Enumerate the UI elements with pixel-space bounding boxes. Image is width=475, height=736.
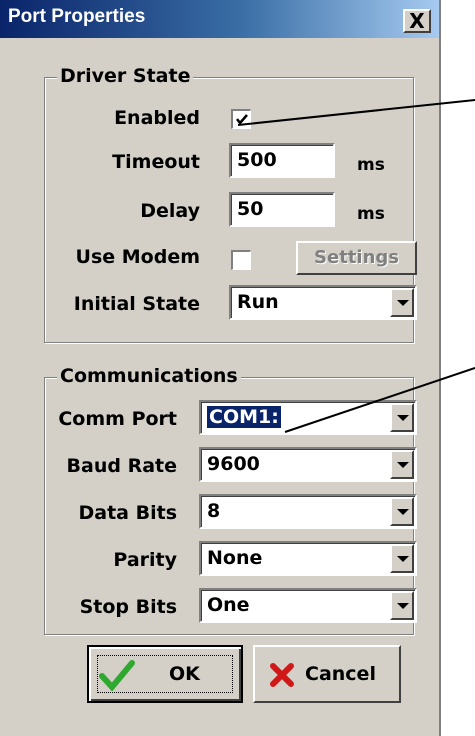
use-modem-label: Use Modem xyxy=(75,246,200,268)
timeout-label: Timeout xyxy=(112,151,200,173)
enabled-label: Enabled xyxy=(114,107,200,129)
data-bits-value: 8 xyxy=(207,500,221,522)
chevron-down-icon[interactable] xyxy=(390,591,414,620)
parity-label: Parity xyxy=(113,549,177,571)
comm-port-value: COM1: xyxy=(207,406,281,428)
baud-rate-value: 9600 xyxy=(207,453,260,475)
enabled-checkbox[interactable] xyxy=(231,109,251,129)
driver-state-legend: Driver State xyxy=(57,65,194,87)
title-bar[interactable]: Port Properties X xyxy=(0,0,439,38)
communications-legend: Communications xyxy=(57,365,241,387)
delay-label: Delay xyxy=(140,200,200,222)
delay-unit: ms xyxy=(357,204,385,224)
parity-select[interactable]: None xyxy=(199,541,417,576)
ok-label: OK xyxy=(169,663,200,685)
stop-bits-label: Stop Bits xyxy=(79,596,177,618)
close-button[interactable]: X xyxy=(403,9,431,33)
data-bits-label: Data Bits xyxy=(78,502,178,524)
stop-bits-value: One xyxy=(207,594,250,616)
initial-state-select[interactable]: Run xyxy=(229,285,417,320)
stop-bits-select[interactable]: One xyxy=(199,588,417,623)
delay-value: 50 xyxy=(237,198,264,220)
cancel-label: Cancel xyxy=(305,663,376,685)
timeout-value: 500 xyxy=(237,149,277,171)
comm-port-select[interactable]: COM1: xyxy=(199,400,417,435)
chevron-down-icon[interactable] xyxy=(390,544,414,573)
baud-rate-select[interactable]: 9600 xyxy=(199,447,417,482)
cancel-button[interactable]: Cancel xyxy=(253,645,401,703)
chevron-down-icon[interactable] xyxy=(390,497,414,526)
port-properties-dialog: Port Properties X Driver State Enabled T… xyxy=(0,0,441,736)
chevron-down-icon[interactable] xyxy=(390,288,414,317)
use-modem-checkbox[interactable] xyxy=(231,250,251,270)
data-bits-select[interactable]: 8 xyxy=(199,494,417,529)
timeout-input[interactable]: 500 xyxy=(229,143,335,178)
checkmark-icon xyxy=(99,660,135,691)
close-icon: X xyxy=(409,9,425,33)
delay-input[interactable]: 50 xyxy=(229,192,335,227)
settings-button[interactable]: Settings xyxy=(296,241,417,275)
window-title: Port Properties xyxy=(8,6,146,27)
settings-button-label: Settings xyxy=(314,247,399,268)
baud-rate-label: Baud Rate xyxy=(66,455,177,477)
initial-state-label: Initial State xyxy=(73,293,200,315)
chevron-down-icon[interactable] xyxy=(390,450,414,479)
parity-value: None xyxy=(207,547,263,569)
timeout-unit: ms xyxy=(357,155,385,175)
initial-state-value: Run xyxy=(237,291,279,313)
check-icon xyxy=(236,114,248,125)
comm-port-label: Comm Port xyxy=(58,408,177,430)
ok-button[interactable]: OK xyxy=(87,645,243,703)
chevron-down-icon[interactable] xyxy=(390,403,414,432)
cancel-x-icon xyxy=(270,663,294,687)
